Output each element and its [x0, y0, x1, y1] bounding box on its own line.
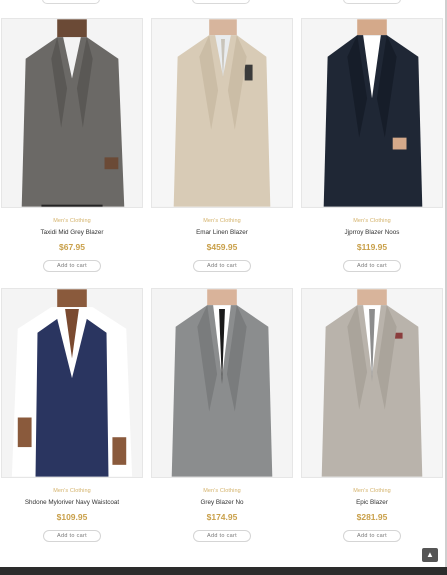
footer — [0, 567, 447, 575]
product-price: $459.95 — [206, 242, 238, 252]
product-image[interactable] — [151, 18, 293, 208]
product-category[interactable]: Men's Clothing — [1, 487, 143, 495]
product-price: $109.95 — [56, 512, 88, 522]
product-title[interactable]: Shdone Myloriver Navy Waistcoat — [1, 498, 143, 507]
product-card[interactable]: Men's Clothing Grey Blazer No $174.95 Ad… — [151, 288, 293, 542]
model-grey-check-blazer — [2, 19, 142, 207]
previous-row-buttons — [0, 0, 447, 6]
product-image[interactable] — [151, 288, 293, 478]
previous-cart-button[interactable] — [343, 0, 401, 4]
product-category[interactable]: Men's Clothing — [151, 487, 293, 495]
previous-cart-button[interactable] — [192, 0, 250, 4]
product-card[interactable]: Men's Clothing Jjprroy Blazer Noos $119.… — [301, 18, 443, 272]
product-image[interactable] — [301, 18, 443, 208]
add-to-cart-button[interactable]: Add to cart — [43, 530, 101, 542]
product-title[interactable]: Emar Linen Blazer — [151, 228, 293, 237]
product-category[interactable]: Men's Clothing — [151, 217, 293, 225]
arrow-up-icon: ▲ — [426, 550, 434, 559]
product-image[interactable] — [301, 288, 443, 478]
product-card[interactable]: Men's Clothing Emar Linen Blazer $459.95… — [151, 18, 293, 272]
product-category[interactable]: Men's Clothing — [301, 217, 443, 225]
product-price: $67.95 — [59, 242, 85, 252]
back-to-top-button[interactable]: ▲ — [422, 548, 438, 562]
product-category[interactable]: Men's Clothing — [301, 487, 443, 495]
product-price: $174.95 — [206, 512, 238, 522]
product-title[interactable]: Taxidi Mid Grey Blazer — [1, 228, 143, 237]
model-linen-blazer — [152, 19, 292, 207]
model-navy-blazer — [302, 19, 442, 207]
product-price: $119.95 — [356, 242, 388, 252]
add-to-cart-button[interactable]: Add to cart — [343, 260, 401, 272]
product-image[interactable] — [1, 288, 143, 478]
product-card[interactable]: Men's Clothing Epic Blazer $281.95 Add t… — [301, 288, 443, 542]
product-title[interactable]: Epic Blazer — [301, 498, 443, 507]
product-image[interactable] — [1, 18, 143, 208]
product-title[interactable]: Grey Blazer No — [151, 498, 293, 507]
add-to-cart-button[interactable]: Add to cart — [343, 530, 401, 542]
previous-cart-button[interactable] — [42, 0, 100, 4]
product-card[interactable]: Men's Clothing Taxidi Mid Grey Blazer $6… — [1, 18, 143, 272]
add-to-cart-button[interactable]: Add to cart — [43, 260, 101, 272]
product-card[interactable]: Men's Clothing Shdone Myloriver Navy Wai… — [1, 288, 143, 542]
add-to-cart-button[interactable]: Add to cart — [193, 530, 251, 542]
product-category[interactable]: Men's Clothing — [1, 217, 143, 225]
product-title[interactable]: Jjprroy Blazer Noos — [301, 228, 443, 237]
add-to-cart-button[interactable]: Add to cart — [193, 260, 251, 272]
model-grey-blazer — [152, 289, 292, 477]
model-navy-waistcoat — [2, 289, 142, 477]
model-light-grey-blazer — [302, 289, 442, 477]
product-price: $281.95 — [356, 512, 388, 522]
